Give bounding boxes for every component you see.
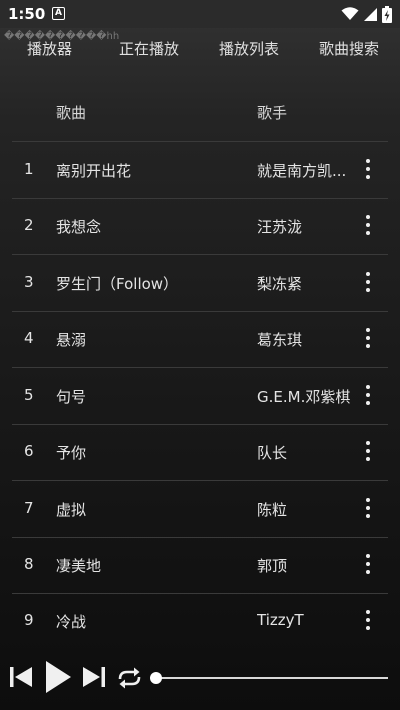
track-number: 6: [24, 442, 34, 460]
play-icon[interactable]: [44, 660, 72, 694]
more-options-icon[interactable]: [358, 212, 378, 238]
more-options-icon[interactable]: [358, 607, 378, 633]
song-title: 予你: [56, 444, 87, 462]
song-artist: 就是南方凯...: [257, 162, 347, 180]
song-row-3[interactable]: 3 罗生门（Follow） 梨冻紧: [0, 255, 400, 311]
previous-icon[interactable]: [9, 665, 33, 689]
track-number: 1: [24, 160, 34, 178]
track-number: 8: [24, 555, 34, 573]
column-header-song: 歌曲: [56, 104, 87, 122]
tab-song-search[interactable]: 歌曲搜索: [319, 38, 379, 59]
song-title: 冷战: [56, 613, 87, 631]
more-options-icon[interactable]: [358, 551, 378, 577]
song-row-9[interactable]: 9 冷战 TizzyT: [0, 593, 400, 649]
song-row-8[interactable]: 8 凄美地 郭顶: [0, 537, 400, 593]
more-options-icon[interactable]: [358, 495, 378, 521]
song-row-2[interactable]: 2 我想念 汪苏泷: [0, 198, 400, 254]
more-options-icon[interactable]: [358, 156, 378, 182]
track-number: 9: [24, 611, 34, 629]
column-header-artist: 歌手: [257, 104, 288, 122]
song-row-4[interactable]: 4 悬溺 葛东琪: [0, 311, 400, 367]
tab-now-playing[interactable]: 正在播放: [119, 38, 179, 59]
more-options-icon[interactable]: [358, 382, 378, 408]
song-artist: 陈粒: [257, 501, 288, 519]
song-title: 凄美地: [56, 557, 102, 575]
status-bar: 1:50 A: [0, 0, 400, 28]
track-number: 3: [24, 273, 34, 291]
song-title: 离别开出花: [56, 162, 132, 180]
song-artist: 郭顶: [257, 557, 288, 575]
song-row-1[interactable]: 1 离别开出花 就是南方凯...: [0, 142, 400, 198]
song-artist: 梨冻紧: [257, 275, 303, 293]
song-artist: G.E.M.邓紫棋: [257, 388, 351, 406]
more-options-icon[interactable]: [358, 438, 378, 464]
next-icon[interactable]: [82, 665, 106, 689]
notification-a-icon: A: [52, 7, 65, 20]
repeat-icon[interactable]: [116, 666, 143, 690]
track-number: 2: [24, 216, 34, 234]
more-options-icon[interactable]: [358, 269, 378, 295]
song-title: 我想念: [56, 218, 102, 236]
song-title: 句号: [56, 388, 87, 406]
battery-icon: [382, 5, 392, 23]
seek-bar-thumb[interactable]: [150, 672, 162, 684]
track-number: 7: [24, 499, 34, 517]
seek-bar-track[interactable]: [156, 677, 388, 679]
tab-player[interactable]: 播放器: [27, 38, 72, 59]
tab-playlist[interactable]: 播放列表: [219, 38, 279, 59]
status-time: 1:50: [8, 5, 46, 23]
song-row-5[interactable]: 5 句号 G.E.M.邓紫棋: [0, 368, 400, 424]
song-row-7[interactable]: 7 虚拟 陈粒: [0, 481, 400, 537]
song-title: 罗生门（Follow）: [56, 275, 179, 293]
song-title: 悬溺: [56, 331, 87, 349]
player-bar: [0, 654, 400, 710]
status-icons: [341, 5, 392, 23]
wifi-icon: [341, 7, 359, 20]
more-options-icon[interactable]: [358, 325, 378, 351]
song-artist: 队长: [257, 444, 288, 462]
song-artist: 葛东琪: [257, 331, 303, 349]
track-number: 5: [24, 386, 34, 404]
song-artist: TizzyT: [257, 611, 304, 629]
song-artist: 汪苏泷: [257, 218, 303, 236]
song-row-6[interactable]: 6 予你 队长: [0, 424, 400, 480]
track-number: 4: [24, 329, 34, 347]
music-player-screen: 1:50 A ����������hh 播放器 正在播放 播放列表 歌曲搜索 歌…: [0, 0, 400, 710]
song-title: 虚拟: [56, 501, 87, 519]
signal-icon: [364, 7, 377, 21]
